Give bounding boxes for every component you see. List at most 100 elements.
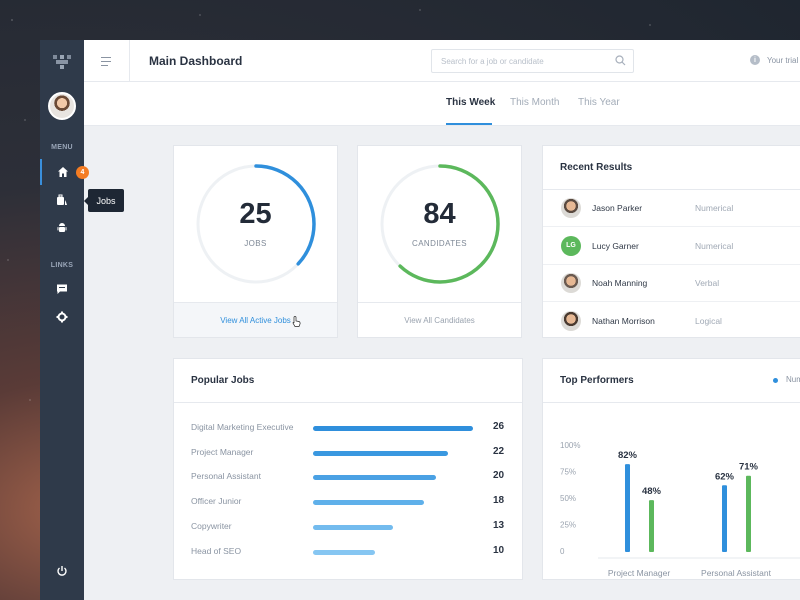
candidates-stat-card: 84 CANDIDATES View All Candidates <box>357 145 522 338</box>
result-row[interactable]: Noah Manning Verbal <box>543 265 800 302</box>
x-category-label: Project Manager <box>608 568 671 578</box>
result-row[interactable]: LG Lucy Garner Numerical <box>543 228 800 265</box>
tab-this-month[interactable]: This Month <box>510 97 559 108</box>
view-all-candidates-link[interactable]: View All Candidates <box>358 302 521 337</box>
job-name: Head of SEO <box>191 545 242 556</box>
job-name: Project Manager <box>191 446 254 457</box>
bar-series-2 <box>746 475 751 552</box>
jobs-label: JOBS <box>244 239 267 248</box>
popular-jobs-card: Popular Jobs Digital Marketing Executive… <box>173 358 523 580</box>
result-category: Numerical <box>695 240 734 251</box>
job-name: Personal Assistant <box>191 471 261 482</box>
trial-notice[interactable]: i Your trial <box>750 55 798 65</box>
legend-swatch <box>773 378 778 383</box>
avatar <box>561 273 581 293</box>
search-input[interactable] <box>431 49 634 73</box>
trial-text: Your trial <box>767 55 799 65</box>
y-tick-label: 50% <box>560 494 576 503</box>
power-icon <box>57 566 67 576</box>
sidebar: MENU 4 Jobs LINKS <box>40 40 124 600</box>
x-category-label: Personal Assistant <box>701 568 772 578</box>
result-category: Logical <box>695 315 722 326</box>
popular-jobs-title: Popular Jobs <box>191 375 255 386</box>
job-count: 18 <box>493 495 505 507</box>
recent-results-card: Recent Results Jason Parker Numerical LG Lu… <box>542 145 800 340</box>
avatar: LG <box>561 235 581 256</box>
job-name: Copywriter <box>191 520 232 531</box>
job-name: Digital Marketing Executive <box>191 422 294 432</box>
result-name: Noah Manning <box>592 278 648 288</box>
job-count: 26 <box>493 421 505 432</box>
result-row[interactable]: Nathan Morrison Logical <box>543 303 800 340</box>
tab-this-week[interactable]: This Week <box>446 97 495 108</box>
bar-value-label: 71% <box>739 462 759 473</box>
android-icon <box>57 223 67 232</box>
jobs-count: 25 <box>239 198 272 230</box>
bar-series-1 <box>722 485 727 552</box>
job-bar <box>313 500 424 506</box>
result-row[interactable]: Jason Parker Numerical <box>543 190 800 227</box>
job-bar <box>313 450 449 456</box>
bar-value-label: 48% <box>642 486 662 497</box>
bar-value-label: 82% <box>618 450 638 461</box>
recent-results-title: Recent Results <box>560 162 633 173</box>
result-name: Lucy Garner <box>592 240 639 251</box>
sidebar-item-logout[interactable] <box>40 558 84 584</box>
hamburger-icon <box>101 56 111 66</box>
top-performers-title: Top Performers <box>560 375 634 386</box>
menu-toggle-button[interactable] <box>84 40 130 82</box>
home-icon <box>58 167 68 177</box>
view-all-candidates-text: View All Candidates <box>404 315 475 325</box>
view-active-jobs-text: View All Active Jobs <box>220 315 291 325</box>
links-section-label: LINKS <box>50 262 74 269</box>
job-count: 22 <box>493 445 505 457</box>
job-bar <box>313 524 393 530</box>
hand-cursor-icon <box>292 316 301 327</box>
app-window: MENU 4 Jobs LINKS Main Dashboard Search … <box>40 40 800 600</box>
sidebar-item-messages[interactable] <box>40 276 84 302</box>
top-performers-card: Top Performers Num 100% 75% 50% 25% 0 82% 48% P… <box>542 358 800 580</box>
job-bar <box>313 475 437 481</box>
info-icon: i <box>750 55 760 65</box>
avatar <box>561 310 581 331</box>
avatar[interactable] <box>48 92 76 120</box>
search-icon[interactable] <box>615 55 626 66</box>
view-active-jobs-link[interactable]: View All Active Jobs <box>174 302 337 337</box>
sidebar-item-settings[interactable] <box>40 304 84 330</box>
top-performers-chart: 100% 75% 50% 25% 0 82% 48% Project Manager 62% 71… <box>560 441 800 578</box>
bar-value-label: 62% <box>715 471 735 482</box>
candidates-count: 84 <box>423 198 456 230</box>
jobs-tooltip: Jobs <box>84 189 124 212</box>
chat-icon <box>57 284 67 294</box>
menu-section-label: MENU <box>51 144 73 151</box>
top-bar: Main Dashboard i Your trial <box>84 40 800 82</box>
result-name: Jason Parker <box>592 203 643 213</box>
job-bar <box>313 549 375 555</box>
sidebar-item-android[interactable] <box>40 215 84 241</box>
bar-series-1 <box>625 464 630 552</box>
y-tick-label: 100% <box>560 441 580 450</box>
job-count: 10 <box>493 544 505 556</box>
notification-badge: 4 <box>76 166 89 179</box>
bar-series-2 <box>649 500 654 552</box>
tab-this-year[interactable]: This Year <box>578 97 620 108</box>
job-name: Officer Junior <box>191 496 242 507</box>
sidebar-item-jobs[interactable] <box>40 187 84 213</box>
result-category: Numerical <box>695 203 734 213</box>
job-count: 13 <box>493 519 505 531</box>
legend-label: Num <box>786 375 800 384</box>
y-tick-label: 25% <box>560 521 576 530</box>
divider <box>174 402 522 403</box>
page-title: Main Dashboard <box>149 54 243 68</box>
gear-icon <box>56 311 68 323</box>
period-tabs: This Week This Month This Year <box>84 82 800 126</box>
candidates-label: CANDIDATES <box>412 239 467 248</box>
result-name: Nathan Morrison <box>592 315 655 326</box>
logo-icon <box>53 55 71 69</box>
avatar <box>561 198 581 218</box>
job-count: 20 <box>493 470 505 482</box>
y-tick-label: 0 <box>560 547 565 556</box>
jobs-stat-card: 25 JOBS View All Active Jobs <box>173 145 338 338</box>
result-category: Verbal <box>695 278 720 288</box>
briefcase-icon <box>57 194 67 205</box>
